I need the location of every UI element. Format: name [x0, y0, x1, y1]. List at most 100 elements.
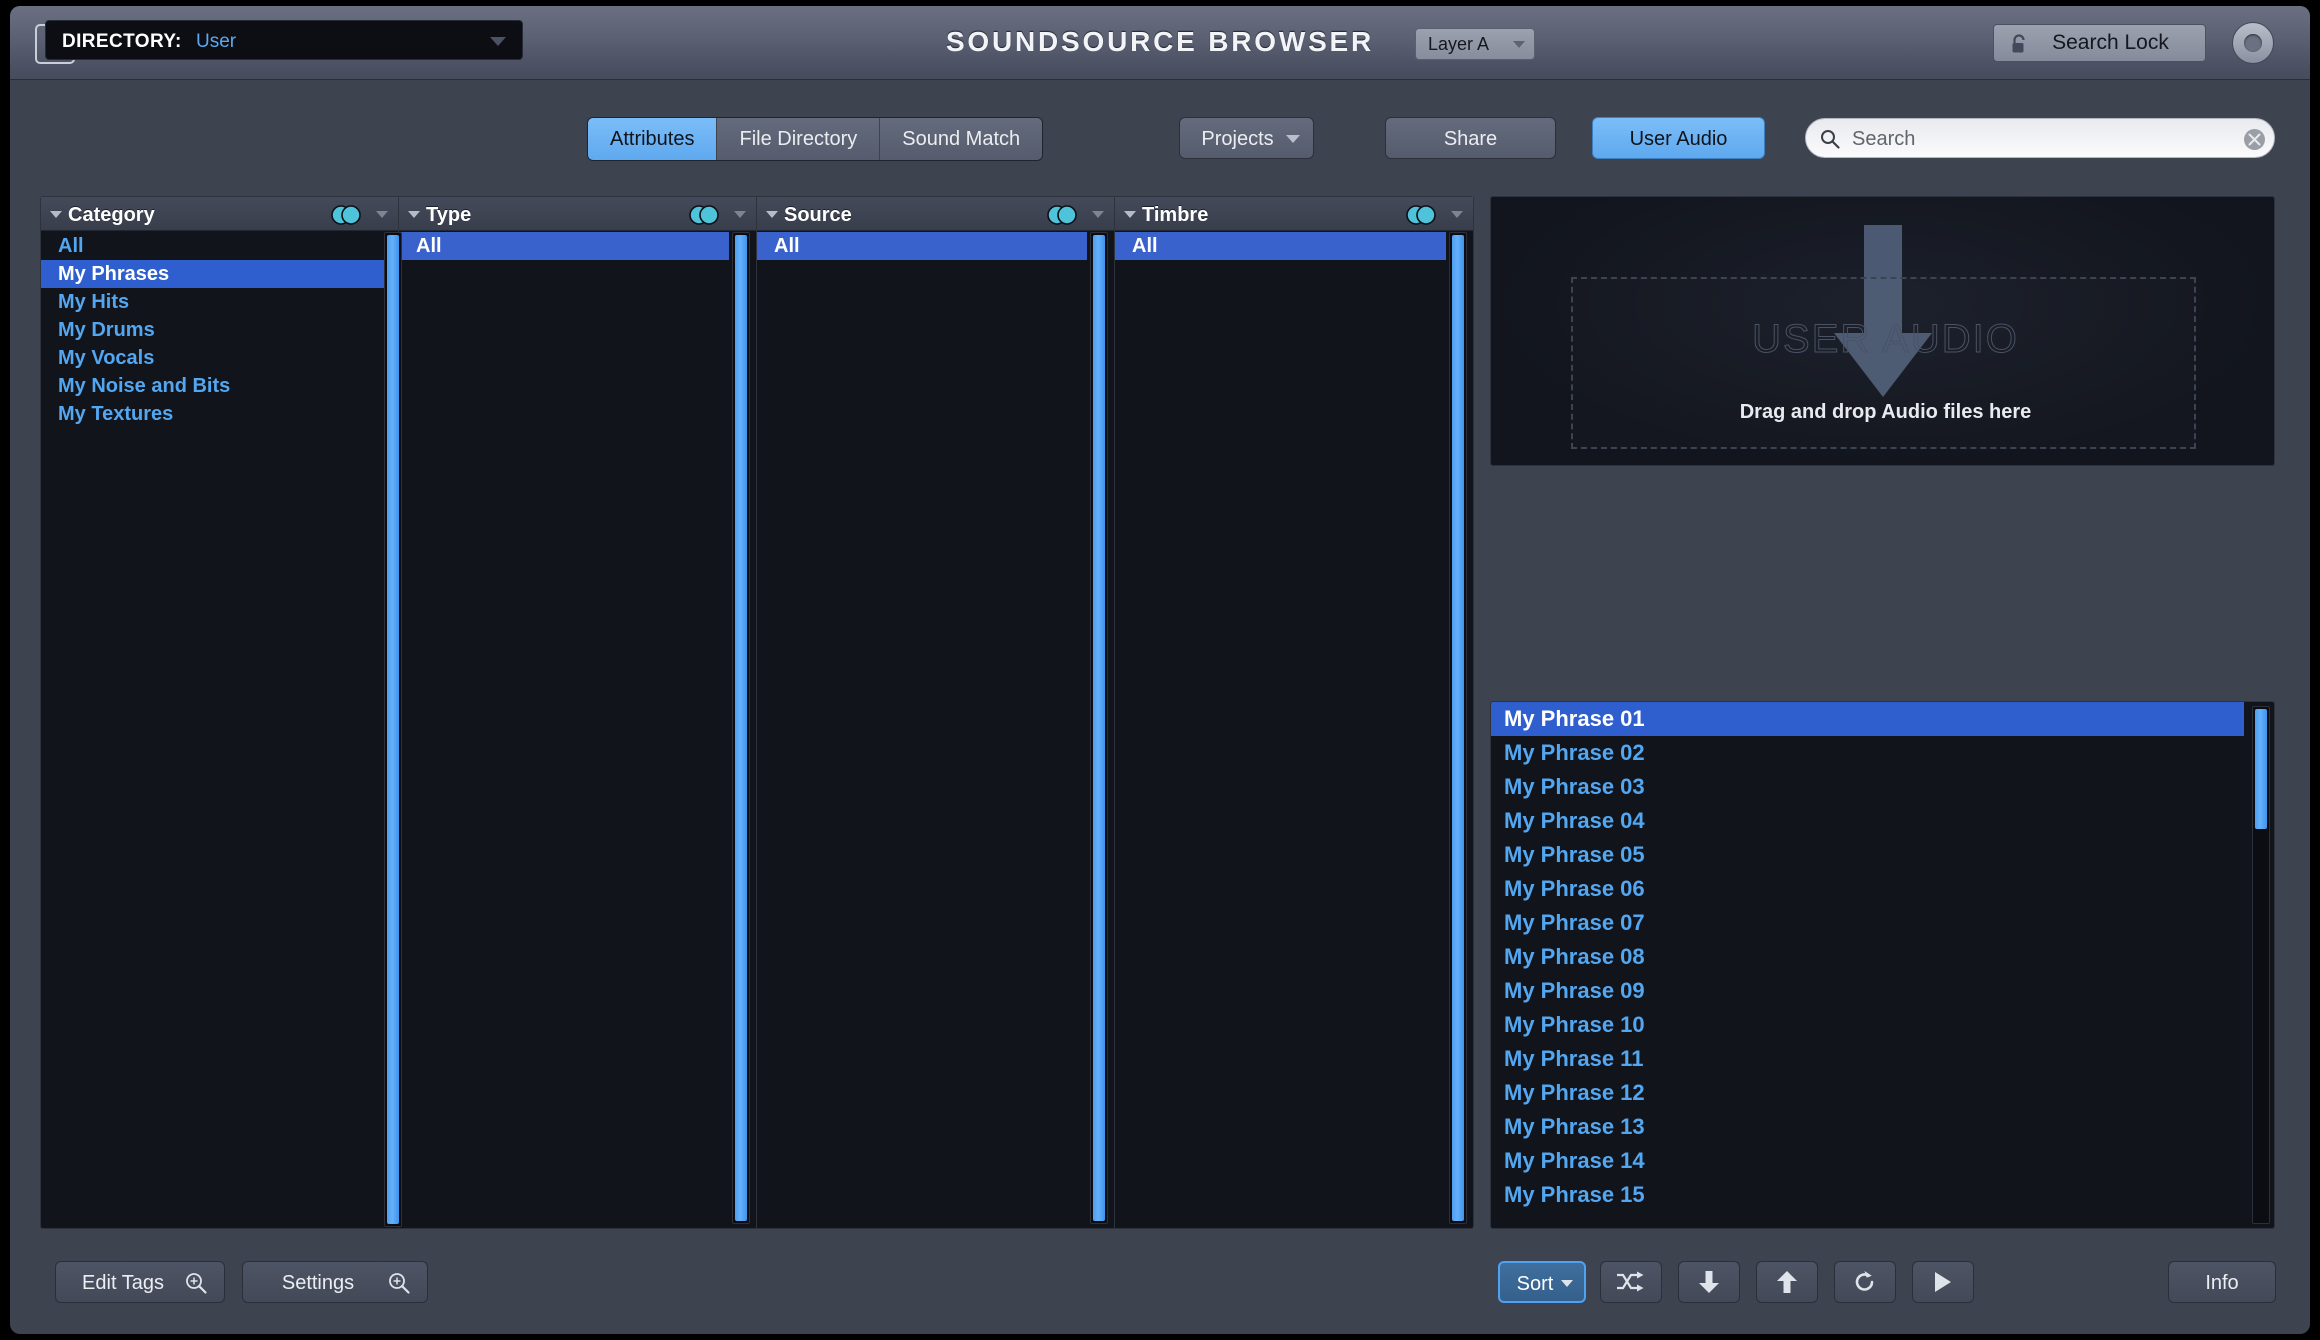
filter-list-timbre[interactable]: All: [1115, 232, 1473, 1228]
list-item[interactable]: My Phrase 05: [1491, 838, 2244, 872]
chevron-down-icon[interactable]: [734, 211, 746, 218]
reload-button[interactable]: [1834, 1261, 1896, 1303]
list-item[interactable]: My Vocals: [41, 344, 398, 372]
list-item[interactable]: My Phrase 04: [1491, 804, 2244, 838]
search-clear-button[interactable]: [2244, 129, 2265, 150]
play-button[interactable]: [1912, 1261, 1974, 1303]
filter-list-type[interactable]: All: [399, 232, 756, 1228]
chevron-down-icon: [1561, 1280, 1573, 1287]
scrollbar-source[interactable]: [1090, 232, 1108, 1224]
list-item[interactable]: My Phrase 15: [1491, 1178, 2244, 1212]
venn-intersection-icon[interactable]: [1403, 205, 1439, 225]
sort-label: Sort: [1517, 1273, 1568, 1295]
chevron-down-icon: [1513, 41, 1525, 48]
triangle-down-icon[interactable]: [1124, 211, 1136, 218]
scrollbar-type[interactable]: [732, 232, 750, 1224]
tab-attributes[interactable]: Attributes: [588, 118, 717, 160]
list-item[interactable]: My Noise and Bits: [41, 372, 398, 400]
filter-header-timbre: Timbre: [1115, 197, 1473, 231]
list-item[interactable]: My Phrase 01: [1491, 702, 2244, 736]
share-button[interactable]: Share: [1385, 117, 1556, 159]
search-lock-label: Search Lock: [2030, 31, 2169, 54]
list-item[interactable]: My Phrases: [41, 260, 398, 288]
projects-label: Projects: [1201, 128, 1291, 150]
edit-tags-label: Edit Tags: [82, 1272, 198, 1294]
list-item[interactable]: My Hits: [41, 288, 398, 316]
scrollbar-thumb[interactable]: [735, 235, 747, 1221]
tab-file-directory[interactable]: File Directory: [717, 118, 880, 160]
chevron-down-icon[interactable]: [1451, 211, 1463, 218]
move-down-button[interactable]: [1678, 1261, 1740, 1303]
shuffle-icon: [1616, 1271, 1646, 1293]
triangle-down-icon[interactable]: [408, 211, 420, 218]
list-item[interactable]: My Phrase 08: [1491, 940, 2244, 974]
soundsource-browser-window: SOUNDSOURCE BROWSER Layer A Search Lock …: [10, 6, 2310, 1334]
list-item[interactable]: All: [41, 232, 398, 260]
scrollbar-results[interactable]: [2252, 706, 2270, 1224]
soundsource-result-list[interactable]: My Phrase 01 My Phrase 02 My Phrase 03 M…: [1490, 701, 2275, 1229]
list-item[interactable]: My Phrase 14: [1491, 1144, 2244, 1178]
triangle-down-icon[interactable]: [50, 211, 62, 218]
list-item[interactable]: My Phrase 03: [1491, 770, 2244, 804]
venn-intersection-icon[interactable]: [328, 205, 364, 225]
sort-button[interactable]: Sort: [1498, 1261, 1586, 1303]
user-audio-button[interactable]: User Audio: [1592, 117, 1765, 159]
scrollbar-category[interactable]: [384, 232, 402, 1227]
edit-tags-button[interactable]: Edit Tags: [55, 1261, 225, 1303]
list-item[interactable]: All: [757, 232, 1087, 260]
list-item[interactable]: My Phrase 09: [1491, 974, 2244, 1008]
filter-title-timbre: Timbre: [1142, 204, 1208, 227]
filter-header-category: Category: [41, 197, 398, 231]
list-item[interactable]: My Textures: [41, 400, 398, 428]
tab-sound-match[interactable]: Sound Match: [880, 118, 1042, 160]
list-item[interactable]: All: [1115, 232, 1446, 260]
list-item[interactable]: All: [399, 232, 729, 260]
scrollbar-thumb[interactable]: [2255, 709, 2267, 829]
settings-button[interactable]: Settings: [242, 1261, 428, 1303]
scrollbar-thumb[interactable]: [1093, 235, 1105, 1221]
clear-circle-icon: [2248, 133, 2261, 146]
chevron-down-icon[interactable]: [1092, 211, 1104, 218]
arrow-down-icon: [1698, 1270, 1720, 1294]
rotary-knob-icon[interactable]: [2232, 22, 2274, 64]
chevron-down-icon[interactable]: [376, 211, 388, 218]
chevron-down-icon: [1286, 135, 1300, 143]
list-item[interactable]: My Phrase 10: [1491, 1008, 2244, 1042]
filter-list-source[interactable]: All: [757, 232, 1114, 1228]
list-item[interactable]: My Phrase 07: [1491, 906, 2244, 940]
list-item[interactable]: My Phrase 02: [1491, 736, 2244, 770]
list-item[interactable]: My Phrase 06: [1491, 872, 2244, 906]
user-audio-dropzone[interactable]: USER AUDIO Drag and drop Audio files her…: [1490, 196, 2275, 466]
play-icon: [1933, 1271, 1953, 1293]
venn-intersection-icon[interactable]: [1044, 205, 1080, 225]
venn-intersection-icon[interactable]: [686, 205, 722, 225]
projects-button[interactable]: Projects: [1179, 117, 1314, 159]
scrollbar-timbre[interactable]: [1449, 232, 1467, 1224]
directory-value: User: [196, 31, 236, 53]
scrollbar-thumb[interactable]: [387, 235, 399, 1224]
magnifier-plus-icon: [387, 1271, 411, 1295]
triangle-down-icon[interactable]: [766, 211, 778, 218]
list-item[interactable]: My Phrase 13: [1491, 1110, 2244, 1144]
dropzone-title: USER AUDIO: [1573, 317, 2198, 362]
info-button[interactable]: Info: [2168, 1261, 2276, 1303]
padlock-icon: [2010, 34, 2028, 54]
search-input[interactable]: Search: [1805, 118, 2275, 158]
list-item[interactable]: My Phrase 12: [1491, 1076, 2244, 1110]
list-item[interactable]: My Phrase 11: [1491, 1042, 2244, 1076]
filter-column-type: Type All: [399, 197, 757, 1228]
filter-column-source: Source All: [757, 197, 1115, 1228]
search-lock-button[interactable]: Search Lock: [1993, 24, 2206, 62]
scrollbar-thumb[interactable]: [1452, 235, 1464, 1221]
layer-selector[interactable]: Layer A: [1415, 28, 1535, 60]
filter-column-timbre: Timbre All: [1115, 197, 1473, 1228]
list-item[interactable]: My Drums: [41, 316, 398, 344]
filter-title-category: Category: [68, 204, 155, 227]
move-up-button[interactable]: [1756, 1261, 1818, 1303]
shuffle-button[interactable]: [1600, 1261, 1662, 1303]
filter-column-category: Category All My Phrases My Hits My Drums…: [41, 197, 399, 1228]
filter-list-category[interactable]: All My Phrases My Hits My Drums My Vocal…: [41, 232, 398, 1228]
directory-selector[interactable]: DIRECTORY: User: [45, 20, 523, 60]
search-placeholder: Search: [1852, 128, 1915, 151]
filter-title-type: Type: [426, 204, 471, 227]
